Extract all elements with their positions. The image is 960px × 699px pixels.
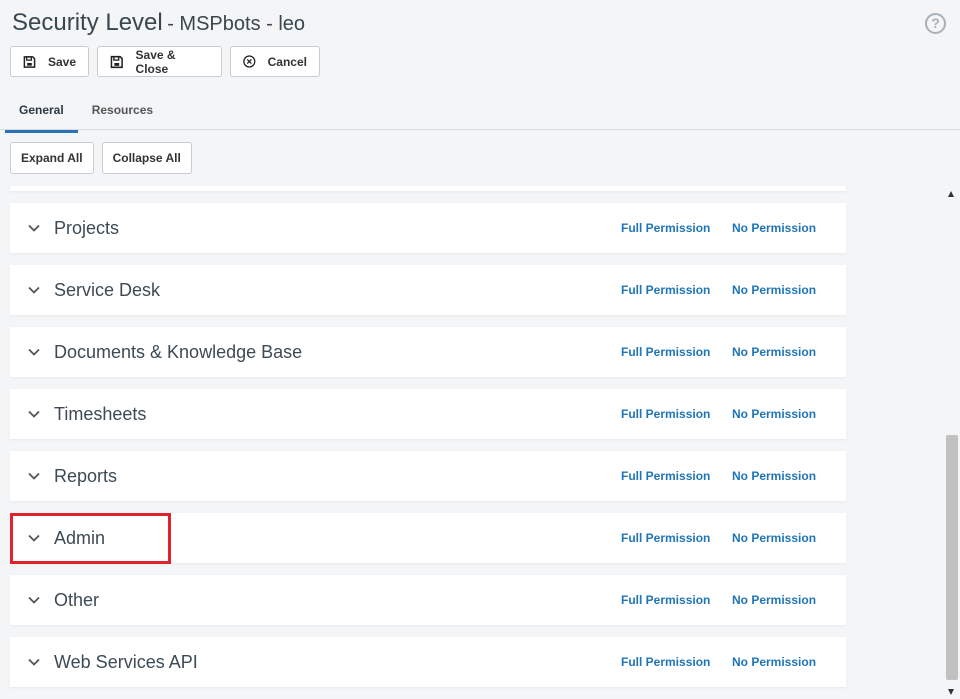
tab-general[interactable]: General [5, 96, 78, 133]
save-button[interactable]: Save [10, 46, 89, 77]
section-label: Timesheets [54, 403, 147, 424]
section-label: Other [54, 589, 100, 610]
no-permission-link[interactable]: No Permission [732, 531, 816, 545]
section-timesheets[interactable]: Timesheets Full Permission No Permission [10, 389, 846, 439]
scrollbar-thumb[interactable] [946, 435, 958, 680]
chevron-down-icon[interactable] [26, 470, 42, 482]
full-permission-link[interactable]: Full Permission [621, 283, 710, 297]
sections-scroll-area: Projects Full Permission No Permission S… [0, 186, 944, 699]
save-and-close-button[interactable]: Save & Close [97, 46, 222, 77]
circle-x-icon [243, 55, 256, 68]
title-main: Security Level [12, 9, 163, 36]
expand-all-button[interactable]: Expand All [10, 142, 94, 174]
tab-bar: General Resources [5, 96, 167, 133]
section-label: Service Desk [54, 279, 161, 300]
permission-sections: Projects Full Permission No Permission S… [10, 203, 846, 699]
chevron-down-icon[interactable] [26, 532, 42, 544]
no-permission-link[interactable]: No Permission [732, 593, 816, 607]
chevron-down-icon[interactable] [26, 408, 42, 420]
help-icon[interactable]: ? [925, 13, 946, 34]
no-permission-link[interactable]: No Permission [732, 345, 816, 359]
scroll-down-arrow-icon[interactable] [948, 689, 954, 695]
section-label: Web Services API [54, 651, 198, 672]
chevron-down-icon[interactable] [26, 656, 42, 668]
full-permission-link[interactable]: Full Permission [621, 593, 710, 607]
section-label: Projects [54, 217, 120, 238]
no-permission-link[interactable]: No Permission [732, 221, 816, 235]
full-permission-link[interactable]: Full Permission [621, 221, 710, 235]
page-title: Security Level - MSPbots - leo [12, 9, 305, 37]
section-projects[interactable]: Projects Full Permission No Permission [10, 203, 846, 253]
full-permission-link[interactable]: Full Permission [621, 469, 710, 483]
scroll-up-arrow-icon[interactable] [948, 191, 954, 197]
full-permission-link[interactable]: Full Permission [621, 655, 710, 669]
section-label: Documents & Knowledge Base [54, 341, 303, 362]
floppy-disk-icon [110, 55, 123, 68]
section-service-desk[interactable]: Service Desk Full Permission No Permissi… [10, 265, 846, 315]
no-permission-link[interactable]: No Permission [732, 283, 816, 297]
page-header: Security Level - MSPbots - leo ? Save Sa… [0, 0, 960, 133]
section-reports[interactable]: Reports Full Permission No Permission [10, 451, 846, 501]
vertical-scrollbar[interactable] [944, 186, 960, 699]
tab-resources[interactable]: Resources [78, 96, 167, 130]
cancel-button[interactable]: Cancel [230, 46, 320, 77]
section-documents-knowledge-base[interactable]: Documents & Knowledge Base Full Permissi… [10, 327, 846, 377]
tab-divider [0, 129, 960, 130]
floppy-disk-icon [23, 55, 36, 68]
chevron-down-icon[interactable] [26, 284, 42, 296]
previous-section-edge [10, 186, 846, 191]
section-label: Admin [54, 527, 106, 548]
section-web-services-api[interactable]: Web Services API Full Permission No Perm… [10, 637, 846, 687]
section-label: Reports [54, 465, 118, 486]
expand-collapse-controls: Expand All Collapse All [10, 142, 192, 174]
full-permission-link[interactable]: Full Permission [621, 407, 710, 421]
section-other[interactable]: Other Full Permission No Permission [10, 575, 846, 625]
title-subtitle: - MSPbots - leo [167, 13, 306, 35]
save-label: Save [47, 54, 76, 69]
toolbar: Save Save & Close Cancel [10, 46, 320, 77]
no-permission-link[interactable]: No Permission [732, 407, 816, 421]
section-admin[interactable]: Admin Full Permission No Permission [10, 513, 846, 563]
chevron-down-icon[interactable] [26, 222, 42, 234]
collapse-all-button[interactable]: Collapse All [101, 142, 192, 174]
chevron-down-icon[interactable] [26, 346, 42, 358]
cancel-label: Cancel [267, 54, 307, 69]
no-permission-link[interactable]: No Permission [732, 469, 816, 483]
no-permission-link[interactable]: No Permission [732, 655, 816, 669]
save-and-close-label: Save & Close [135, 47, 176, 76]
full-permission-link[interactable]: Full Permission [621, 531, 710, 545]
full-permission-link[interactable]: Full Permission [621, 345, 710, 359]
chevron-down-icon[interactable] [26, 594, 42, 606]
